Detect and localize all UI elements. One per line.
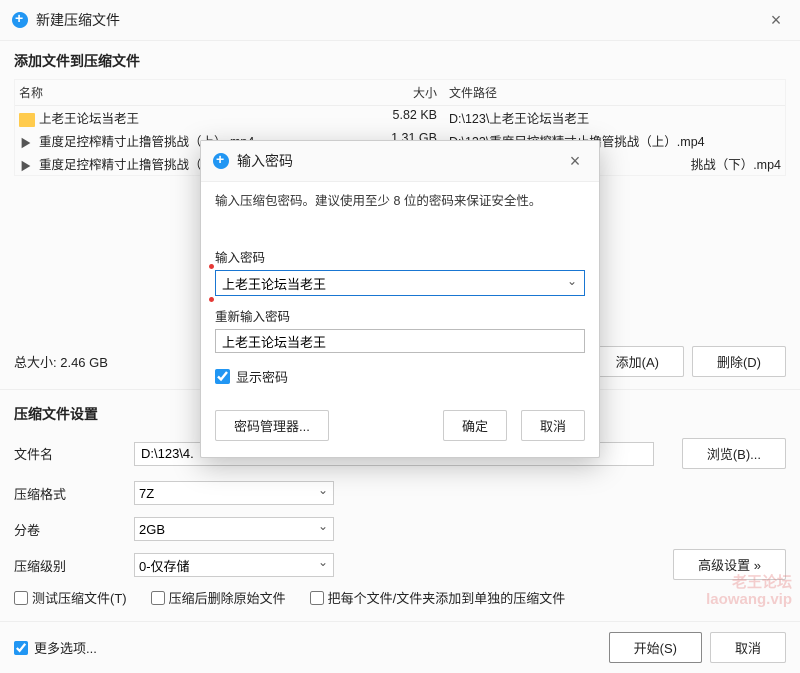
confirm-password-label: 重新输入密码	[215, 306, 585, 325]
required-dot-icon	[209, 297, 214, 302]
password-input-wrap	[215, 270, 585, 296]
add-button[interactable]: 添加(A)	[591, 346, 684, 377]
format-label: 压缩格式	[14, 484, 134, 503]
password-label: 输入密码	[215, 247, 585, 266]
close-icon[interactable]: ×	[764, 8, 788, 32]
delete-button[interactable]: 删除(D)	[692, 346, 786, 377]
video-icon	[19, 136, 35, 150]
folder-icon	[19, 113, 35, 127]
col-size[interactable]: 大小	[375, 84, 445, 101]
main-titlebar: 新建压缩文件 ×	[0, 0, 800, 41]
table-row[interactable]: 上老王论坛当老王 5.82 KB D:\123\上老王论坛当老王	[15, 106, 785, 129]
table-header: 名称 大小 文件路径	[15, 80, 785, 106]
format-select[interactable]	[134, 481, 334, 505]
app-icon	[12, 12, 28, 28]
dialog-cancel-button[interactable]: 取消	[521, 410, 585, 441]
filename-label: 文件名	[14, 444, 134, 463]
password-manager-button[interactable]: 密码管理器...	[215, 410, 329, 441]
level-label: 压缩级别	[14, 556, 134, 575]
start-button[interactable]: 开始(S)	[609, 632, 702, 663]
required-dot-icon	[209, 264, 214, 269]
more-options-checkbox[interactable]: 更多选项...	[14, 638, 601, 657]
dialog-description: 输入压缩包密码。建议使用至少 8 位的密码来保证安全性。	[215, 190, 585, 209]
test-archive-checkbox[interactable]: 测试压缩文件(T)	[14, 588, 127, 607]
level-select[interactable]	[134, 553, 334, 577]
password-input[interactable]	[215, 270, 585, 296]
separate-archives-checkbox[interactable]: 把每个文件/文件夹添加到单独的压缩文件	[310, 588, 566, 607]
cancel-button[interactable]: 取消	[710, 632, 786, 663]
add-files-heading: 添加文件到压缩文件	[0, 41, 800, 79]
confirm-password-input[interactable]	[215, 329, 585, 353]
dialog-ok-button[interactable]: 确定	[443, 410, 507, 441]
col-name[interactable]: 名称	[15, 84, 375, 101]
show-password-checkbox[interactable]: 显示密码	[215, 367, 585, 386]
lock-icon	[213, 153, 229, 169]
volume-label: 分卷	[14, 520, 134, 539]
window-title: 新建压缩文件	[36, 10, 764, 30]
dialog-close-icon[interactable]: ×	[563, 149, 587, 173]
delete-after-checkbox[interactable]: 压缩后删除原始文件	[151, 588, 286, 607]
volume-select[interactable]	[134, 517, 334, 541]
dialog-title: 输入密码	[237, 151, 563, 171]
password-dialog: 输入密码 × 输入压缩包密码。建议使用至少 8 位的密码来保证安全性。 输入密码…	[200, 140, 600, 458]
video-icon	[19, 159, 35, 173]
col-path[interactable]: 文件路径	[445, 84, 785, 101]
browse-button[interactable]: 浏览(B)...	[682, 438, 786, 469]
advanced-button[interactable]: 高级设置 »	[673, 549, 786, 580]
